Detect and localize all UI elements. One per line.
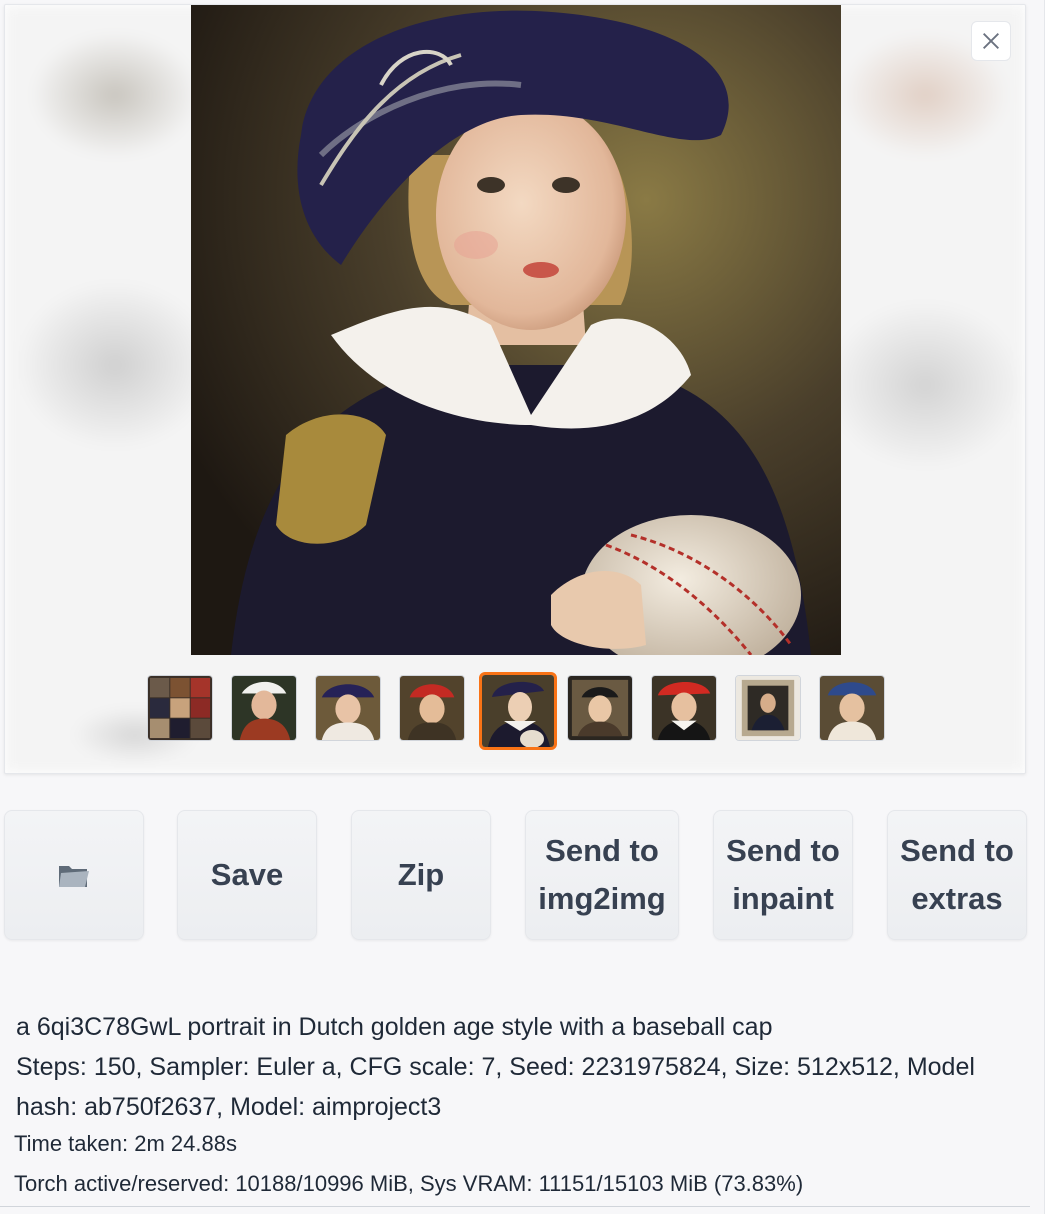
generation-params: Steps: 150, Sampler: Euler a, CFG scale:…	[16, 1053, 975, 1121]
send-to-inpaint-button[interactable]: Send to inpaint	[713, 810, 853, 940]
send-to-img2img-line1: Send to	[545, 833, 659, 868]
main-image[interactable]	[191, 5, 841, 655]
send-to-inpaint-line1: Send to	[726, 833, 840, 868]
thumbnail-girl-red-beret-image	[652, 676, 716, 740]
send-to-extras-line1: Send to	[900, 833, 1014, 868]
scrollbar[interactable]	[1044, 0, 1064, 1214]
thumbnail-girl-blue-cap-image	[820, 676, 884, 740]
image-gallery	[4, 4, 1026, 774]
time-taken: Time taken: 2m 24.88s	[14, 1131, 237, 1156]
thumbnail-lady-blue-hat[interactable]	[315, 675, 381, 741]
close-icon	[983, 33, 999, 49]
folder-icon	[59, 866, 89, 887]
thumbnail-strip	[5, 672, 1025, 751]
thumbnail-boy-baseball[interactable]	[479, 672, 557, 750]
thumbnail-framed-girl[interactable]	[567, 675, 633, 741]
thumbnail-maid[interactable]	[231, 675, 297, 741]
send-to-inpaint-line2: inpaint	[732, 881, 834, 916]
send-to-img2img-label: Send to img2img	[538, 827, 665, 923]
thumbnail-girl-red-beret[interactable]	[651, 675, 717, 741]
generation-info: a 6qi3C78GwL portrait in Dutch golden ag…	[16, 1007, 1016, 1127]
thumbnail-grid[interactable]	[147, 675, 213, 741]
thumbnail-girl-red-cap[interactable]	[399, 675, 465, 741]
send-to-extras-label: Send to extras	[900, 827, 1014, 923]
send-to-inpaint-label: Send to inpaint	[726, 827, 840, 923]
thumbnail-framed-girl-image	[568, 676, 632, 740]
page: Save Zip Send to img2img Send to inpaint…	[0, 0, 1064, 1214]
thumbnail-boy-baseball-image	[482, 675, 554, 747]
thumbnail-framed-man[interactable]	[735, 675, 801, 741]
portrait-image	[191, 5, 841, 655]
send-to-extras-button[interactable]: Send to extras	[887, 810, 1027, 940]
thumbnail-framed-man-image	[736, 676, 800, 740]
close-button[interactable]	[971, 21, 1011, 61]
thumbnail-girl-red-cap-image	[400, 676, 464, 740]
thumbnail-lady-blue-hat-image	[316, 676, 380, 740]
send-to-img2img-line2: img2img	[538, 881, 666, 916]
open-folder-button[interactable]	[4, 810, 144, 940]
zip-button[interactable]: Zip	[351, 810, 491, 940]
thumbnail-grid-image	[148, 676, 212, 740]
send-to-extras-line2: extras	[911, 881, 1003, 916]
zip-label: Zip	[397, 857, 445, 892]
thumbnail-maid-image	[232, 676, 296, 740]
divider	[0, 1206, 1030, 1207]
send-to-img2img-button[interactable]: Send to img2img	[525, 810, 679, 940]
prompt-text: a 6qi3C78GwL portrait in Dutch golden ag…	[16, 1013, 773, 1041]
save-label: Save	[210, 857, 284, 892]
vram-usage: Torch active/reserved: 10188/10996 MiB, …	[14, 1171, 804, 1196]
thumbnail-girl-blue-cap[interactable]	[819, 675, 885, 741]
save-button[interactable]: Save	[177, 810, 317, 940]
